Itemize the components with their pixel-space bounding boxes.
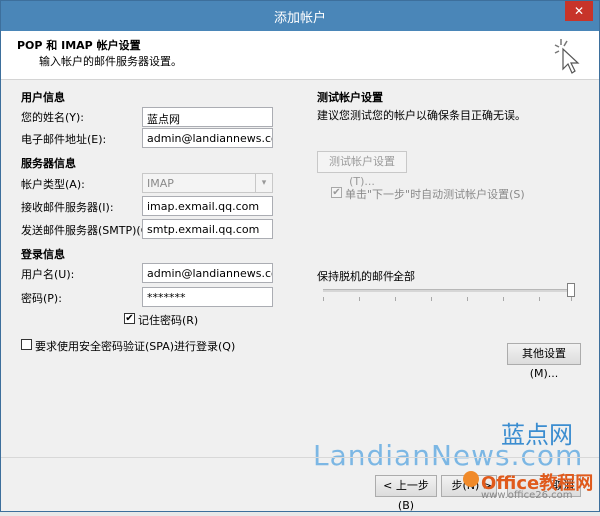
user-info-heading: 用户信息 [21,91,65,104]
watermark-site-en: LandianNews.com [313,439,584,472]
watermark-office-url: www.office26.com [481,490,573,501]
slider-tick [467,297,468,301]
title-bar: 添加帐户 ✕ [1,1,599,31]
login-info-heading: 登录信息 [21,248,65,261]
email-input[interactable]: admin@landiannews.com [142,128,273,148]
slider-tick [539,297,540,301]
slider-tick [395,297,396,301]
auto-test-checkbox[interactable]: ✔ [331,187,342,198]
offline-slider-thumb[interactable] [567,283,575,297]
name-input[interactable]: 蓝点网 [142,107,273,127]
remember-password-label: 记住密码(R) [138,314,199,327]
slider-tick [359,297,360,301]
test-account-settings-button[interactable]: 测试帐户设置(T)... [317,151,407,188]
cursor-sparkle-icon [554,39,580,74]
spa-label: 要求使用安全密码验证(SPA)进行登录(Q) [35,340,236,353]
account-type-select: IMAP ▾ [142,173,273,193]
username-label: 用户名(U): [21,268,75,281]
offline-slider-track[interactable] [323,289,575,292]
remember-password-checkbox[interactable]: ✔ [124,313,135,324]
spa-checkbox[interactable] [21,339,32,350]
close-button[interactable]: ✕ [565,1,593,21]
password-input[interactable]: ******* [142,287,273,307]
slider-tick [571,297,572,301]
server-info-heading: 服务器信息 [21,157,76,170]
back-button[interactable]: < 上一步(B) [375,475,437,512]
password-label: 密码(P): [21,292,62,305]
offline-mail-value: 全部 [393,270,415,283]
name-label: 您的姓名(Y): [21,111,85,124]
incoming-server-input[interactable]: imap.exmail.qq.com [142,196,273,216]
slider-tick [323,297,324,301]
incoming-server-label: 接收邮件服务器(I): [21,201,114,214]
more-settings-button[interactable]: 其他设置(M)... [507,343,581,380]
account-type-label: 帐户类型(A): [21,178,85,191]
outgoing-server-input[interactable]: smtp.exmail.qq.com [142,219,273,239]
dialog-header: POP 和 IMAP 帐户设置 输入帐户的邮件服务器设置。 [1,31,599,80]
email-label: 电子邮件地址(E): [21,133,107,146]
test-settings-heading: 测试帐户设置 [317,91,383,104]
account-type-value: IMAP [147,177,174,190]
username-input[interactable]: admin@landiannews.com [142,263,273,283]
auto-test-label: 单击"下一步"时自动测试帐户设置(S) [345,188,525,201]
test-settings-description: 建议您测试您的帐户以确保条目正确无误。 [317,109,526,122]
offline-mail-label: 保持脱机的邮件: [317,270,398,283]
chevron-down-icon: ▾ [255,174,272,192]
office-logo-icon [463,471,479,487]
slider-tick [503,297,504,301]
outgoing-server-label: 发送邮件服务器(SMTP)(O): [21,224,158,237]
footer-divider [1,457,599,458]
window-title: 添加帐户 [273,11,326,26]
slider-tick [431,297,432,301]
header-subtitle: 输入帐户的邮件服务器设置。 [39,55,182,68]
header-title: POP 和 IMAP 帐户设置 [17,39,141,52]
add-account-dialog: 添加帐户 ✕ POP 和 IMAP 帐户设置 输入帐户的邮件服务器设置。 用户信… [0,0,600,512]
